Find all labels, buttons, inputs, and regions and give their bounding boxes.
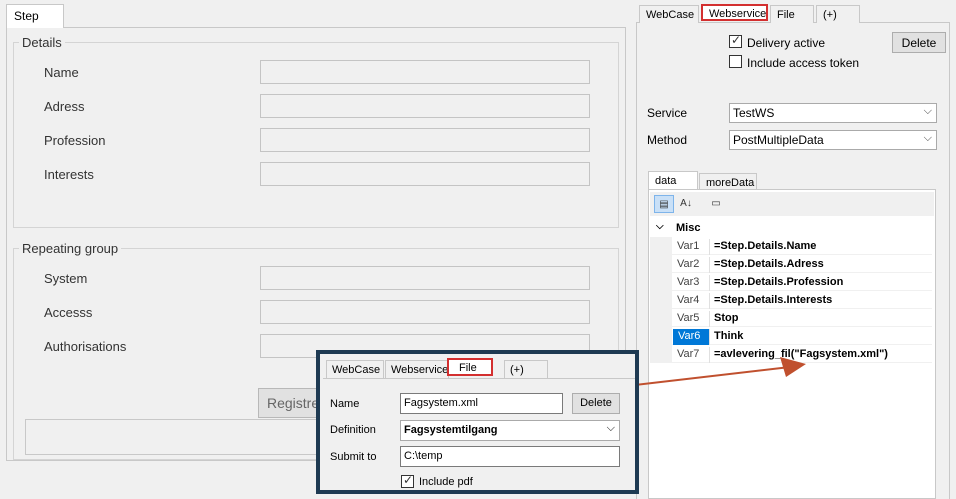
- popup-name-label: Name: [330, 398, 360, 410]
- chevron-down-icon: ⌵: [606, 422, 615, 434]
- submit-to-label: Submit to: [330, 451, 377, 463]
- definition-label: Definition: [330, 424, 376, 436]
- popup-tab-add[interactable]: (+): [504, 360, 548, 378]
- include-pdf-checkbox[interactable]: ✓: [401, 473, 414, 488]
- check-icon: ✓: [403, 473, 414, 487]
- popup-tab-file[interactable]: File: [447, 358, 493, 376]
- popup-tab-webservice[interactable]: Webservice: [385, 360, 449, 378]
- popup-delete-button[interactable]: Delete: [572, 393, 620, 414]
- definition-value: Fagsystemtilgang: [404, 424, 498, 436]
- tab-step[interactable]: Step: [6, 4, 64, 28]
- definition-select[interactable]: Fagsystemtilgang ⌵: [400, 420, 620, 441]
- popup-tab-webcase[interactable]: WebCase: [326, 360, 384, 378]
- include-pdf-label: Include pdf: [419, 476, 473, 488]
- submit-to-input[interactable]: C:\temp: [400, 446, 620, 467]
- file-popup: WebCase Webservice File (+) Name Fagsyst…: [316, 350, 639, 494]
- popup-name-input[interactable]: Fagsystem.xml: [400, 393, 563, 414]
